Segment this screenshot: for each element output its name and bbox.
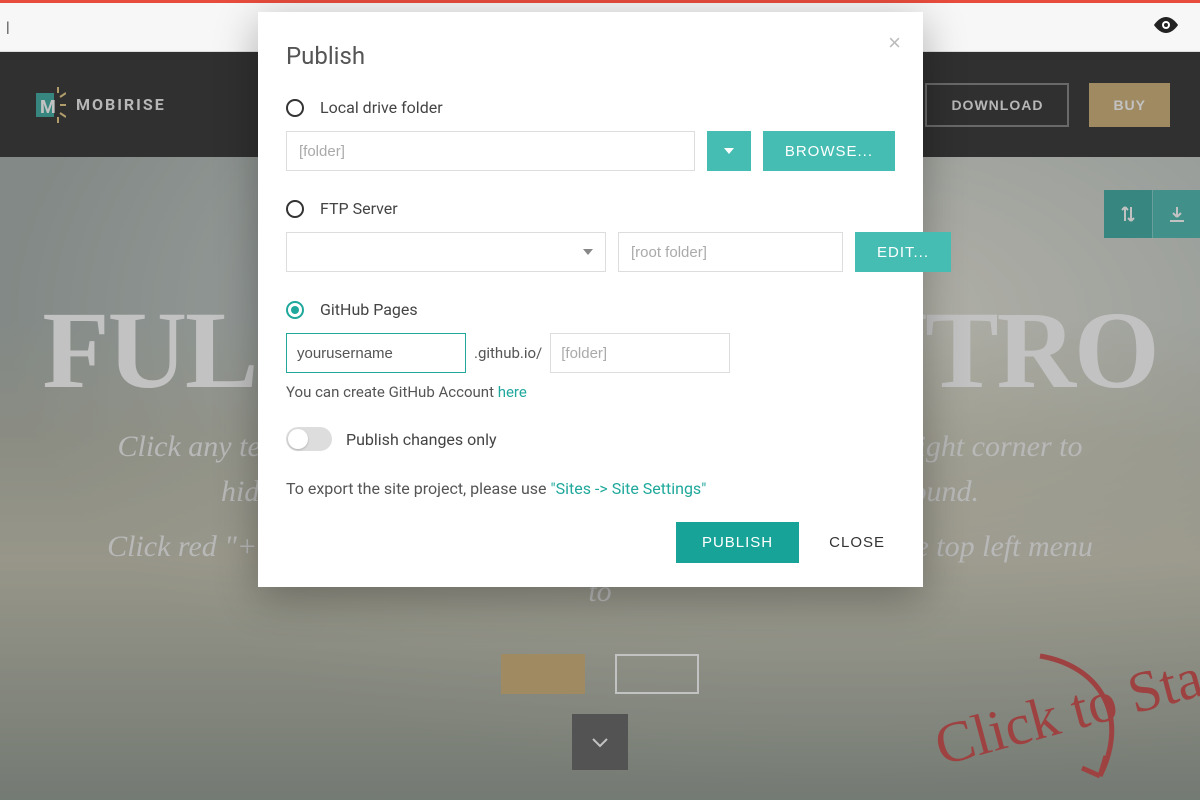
local-folder-input[interactable] — [286, 131, 695, 171]
github-folder-input[interactable] — [550, 333, 730, 373]
option-local-label: Local drive folder — [320, 98, 443, 117]
radio-local[interactable] — [286, 99, 304, 117]
option-github-label: GitHub Pages — [320, 300, 418, 319]
option-local-drive[interactable]: Local drive folder — [286, 98, 895, 117]
edit-ftp-button[interactable]: EDIT... — [855, 232, 951, 272]
publish-changes-toggle[interactable] — [286, 427, 332, 451]
option-ftp[interactable]: FTP Server — [286, 199, 895, 218]
dialog-close-icon[interactable]: × — [888, 30, 901, 56]
browse-button[interactable]: BROWSE... — [763, 131, 895, 171]
publish-button[interactable]: PUBLISH — [676, 522, 799, 563]
github-create-link[interactable]: here — [498, 383, 527, 401]
close-button[interactable]: CLOSE — [819, 522, 895, 563]
export-hint: To export the site project, please use "… — [286, 479, 895, 498]
export-settings-link[interactable]: "Sites -> Site Settings" — [550, 479, 706, 498]
ftp-server-select[interactable] — [286, 232, 606, 272]
option-github-pages[interactable]: GitHub Pages — [286, 300, 895, 319]
local-folder-dropdown[interactable] — [707, 131, 751, 171]
chevron-down-icon — [583, 249, 593, 255]
toolbar-caret: | — [6, 18, 10, 36]
option-ftp-label: FTP Server — [320, 199, 398, 218]
dialog-title: Publish — [286, 42, 895, 70]
github-username-input[interactable] — [286, 333, 466, 373]
radio-ftp[interactable] — [286, 200, 304, 218]
github-hint: You can create GitHub Account here — [286, 383, 895, 401]
publish-changes-label: Publish changes only — [346, 430, 497, 449]
preview-icon[interactable] — [1152, 16, 1180, 38]
radio-github[interactable] — [286, 301, 304, 319]
publish-dialog: Publish × Local drive folder BROWSE... F… — [258, 12, 923, 587]
ftp-root-folder-input[interactable] — [618, 232, 843, 272]
window-top-border — [0, 0, 1200, 3]
github-domain-suffix: .github.io/ — [474, 344, 542, 362]
